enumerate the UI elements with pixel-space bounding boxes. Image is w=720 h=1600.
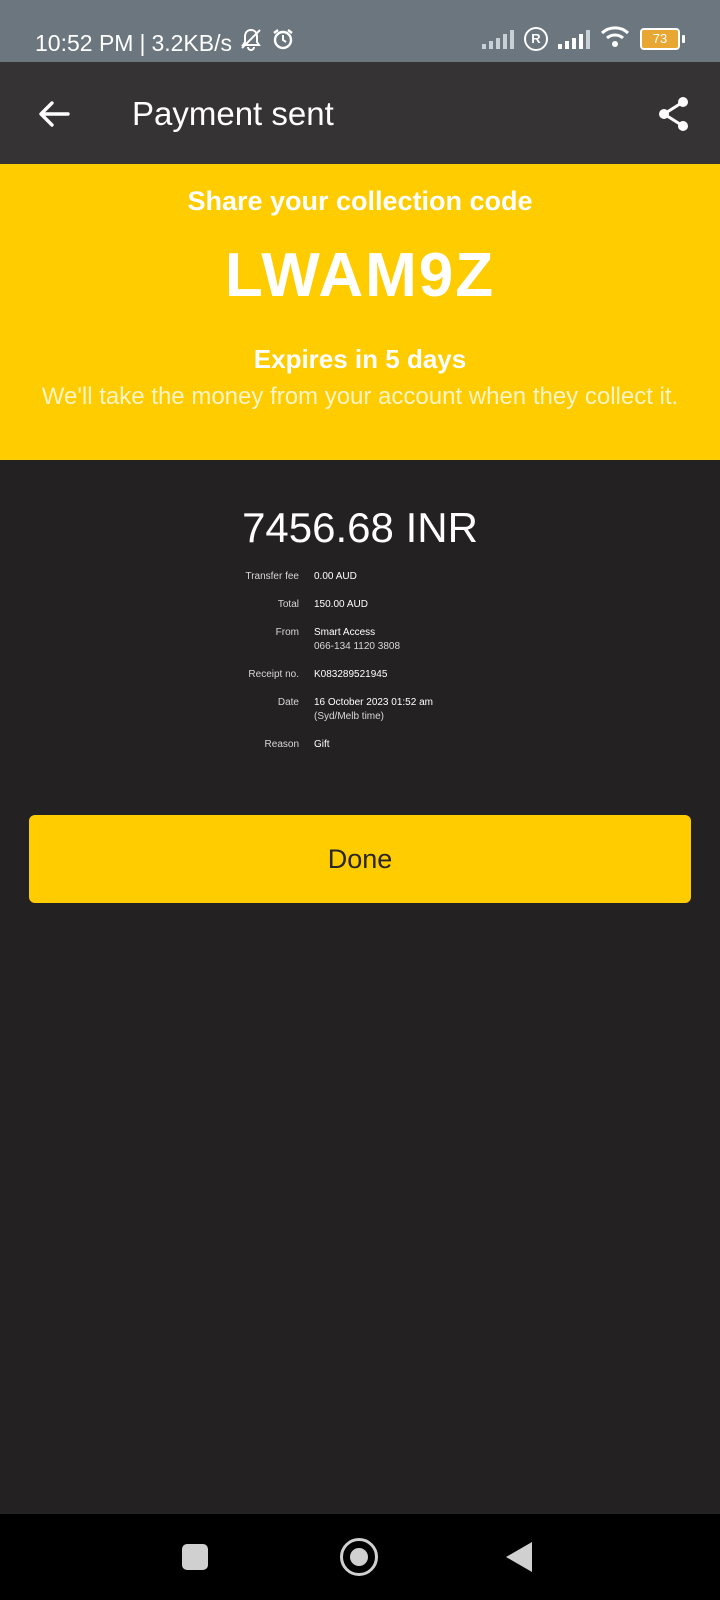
detail-value: 150.00 AUD [314, 599, 368, 610]
status-right: R 73 [482, 24, 685, 54]
status-time: 10:52 PM [35, 29, 134, 56]
banner-heading: Share your collection code [187, 186, 533, 216]
signal-icon [482, 29, 514, 49]
signal-icon-2 [558, 29, 590, 49]
detail-value-group: 16 October 2023 01:52 am (Syd/Melb time) [314, 696, 433, 724]
status-bar: 10:52 PM | 3.2KB/s R 73 [0, 0, 720, 62]
detail-label: Reason [264, 739, 299, 750]
home-icon[interactable] [340, 1538, 378, 1576]
detail-value: K083289521945 [314, 669, 388, 680]
detail-label: Receipt no. [248, 669, 299, 680]
mute-notifications-icon [238, 26, 264, 59]
done-button[interactable]: Done [29, 815, 691, 903]
detail-label: From [275, 627, 299, 638]
account-number: 066-134 1120 3808 [314, 641, 401, 652]
share-button[interactable] [654, 94, 694, 134]
back-button[interactable] [34, 94, 74, 134]
back-arrow-icon [34, 101, 74, 138]
detail-value: Smart Access [314, 627, 376, 638]
wifi-icon [600, 25, 630, 54]
back-icon[interactable] [506, 1542, 532, 1572]
collection-code-banner: Share your collection code LWAM9Z Expire… [0, 164, 720, 460]
status-speed: 3.2KB/s [151, 29, 232, 56]
recent-apps-icon[interactable] [182, 1544, 208, 1570]
share-icon [654, 97, 694, 138]
battery-icon: 73 [640, 28, 685, 50]
expiry-text: Expires in 5 days [253, 344, 467, 374]
detail-value-group: Smart Access 066-134 1120 3808 [314, 626, 400, 654]
alarm-icon [270, 26, 296, 59]
timezone-note: (Syd/Melb time) [314, 711, 385, 722]
app-bar: Payment sent [0, 62, 720, 164]
status-left: 10:52 PM | 3.2KB/s [35, 26, 296, 59]
page-title: Payment sent [132, 95, 334, 132]
detail-value: 0.00 AUD [314, 571, 357, 582]
collection-code: LWAM9Z [224, 241, 496, 310]
amount: 7456.68 INR [242, 504, 478, 551]
detail-label: Transfer fee [245, 571, 299, 582]
roaming-icon: R [524, 27, 548, 51]
banner-note: We'll take the money from your account w… [41, 383, 679, 410]
detail-label: Total [277, 599, 299, 610]
detail-label: Date [277, 697, 299, 708]
system-nav-bar [0, 1514, 720, 1600]
detail-value: 16 October 2023 01:52 am [314, 697, 433, 708]
status-separator: | [139, 29, 146, 56]
detail-value: Gift [314, 739, 330, 750]
